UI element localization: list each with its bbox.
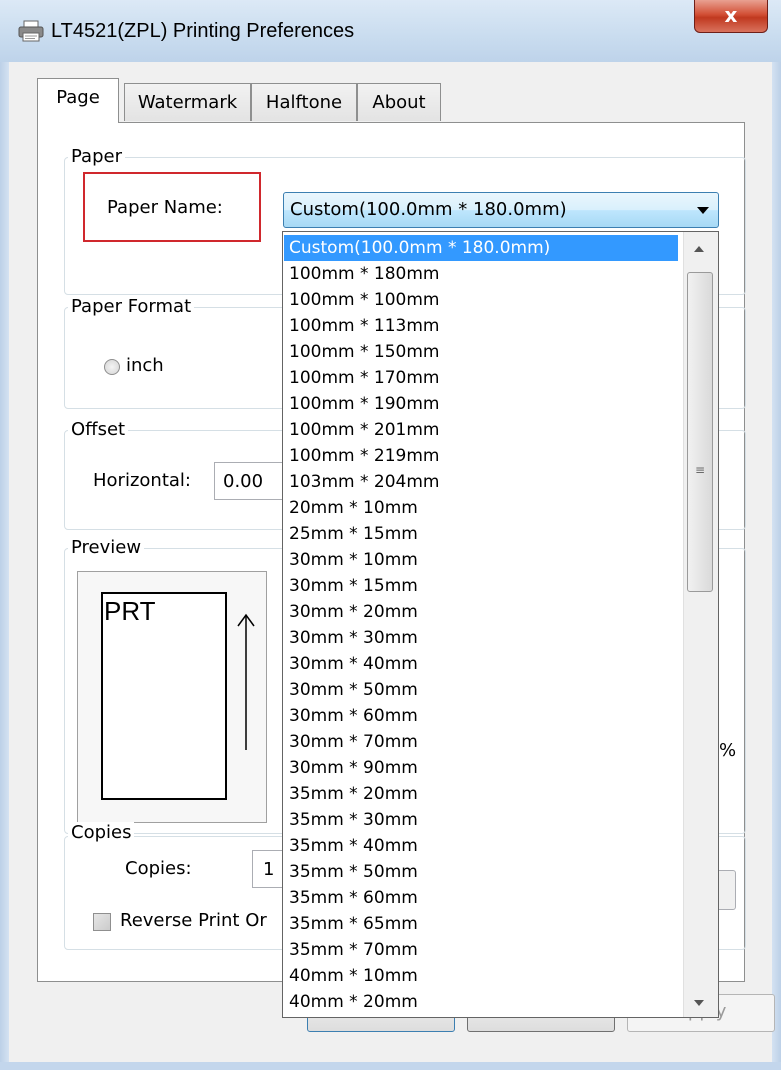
dropdown-option[interactable]: 100mm * 150mm (284, 339, 678, 365)
window-frame-right (772, 62, 781, 1070)
dropdown-option[interactable]: 35mm * 40mm (284, 833, 678, 859)
horizontal-label: Horizontal: (93, 470, 191, 491)
dropdown-options: Custom(100.0mm * 180.0mm) 100mm * 180mm 10… (284, 235, 678, 1015)
title-bar: LT4521(ZPL) Printing Preferences x (0, 0, 781, 62)
dropdown-option[interactable]: 35mm * 65mm (284, 911, 678, 937)
paper-name-value: Custom(100.0mm * 180.0mm) (290, 199, 567, 220)
dropdown-option[interactable]: 40mm * 20mm (284, 989, 678, 1015)
dropdown-option[interactable]: 100mm * 190mm (284, 391, 678, 417)
window-frame-bottom (0, 1062, 781, 1070)
scroll-up-icon[interactable] (694, 246, 704, 252)
reverse-print-label: Reverse Print Or (120, 910, 267, 931)
tab-label: About (372, 92, 426, 113)
dropdown-scrollbar[interactable]: ≡ (683, 232, 718, 1017)
preview-group-label: Preview (68, 537, 145, 558)
dropdown-option[interactable]: 103mm * 204mm (284, 469, 678, 495)
tab-label: Watermark (137, 92, 238, 113)
offset-group-label: Offset (68, 419, 129, 440)
dropdown-option[interactable]: 100mm * 180mm (284, 261, 678, 287)
dropdown-option[interactable]: 100mm * 170mm (284, 365, 678, 391)
chevron-down-icon (697, 207, 709, 214)
tab-halftone[interactable]: Halftone (251, 83, 357, 121)
dropdown-option[interactable]: 100mm * 219mm (284, 443, 678, 469)
inch-radio-label: inch (126, 355, 164, 376)
dropdown-option[interactable]: 30mm * 30mm (284, 625, 678, 651)
dropdown-option[interactable]: 30mm * 70mm (284, 729, 678, 755)
tab-about[interactable]: About (357, 83, 441, 121)
window-title: LT4521(ZPL) Printing Preferences (51, 20, 355, 42)
dropdown-option[interactable]: Custom(100.0mm * 180.0mm) (284, 235, 678, 261)
dropdown-option[interactable]: 30mm * 10mm (284, 547, 678, 573)
dropdown-option[interactable]: 35mm * 60mm (284, 885, 678, 911)
dropdown-option[interactable]: 30mm * 50mm (284, 677, 678, 703)
dropdown-option[interactable]: 30mm * 40mm (284, 651, 678, 677)
scrollbar-thumb[interactable]: ≡ (687, 272, 713, 592)
copies-label: Copies: (125, 858, 192, 879)
dropdown-option[interactable]: 30mm * 20mm (284, 599, 678, 625)
printer-icon (18, 20, 44, 42)
inch-radio[interactable] (104, 359, 120, 375)
grip-icon: ≡ (695, 463, 706, 477)
reverse-print-checkbox[interactable] (93, 913, 111, 931)
dropdown-option[interactable]: 35mm * 70mm (284, 937, 678, 963)
paper-format-group-label: Paper Format (68, 296, 195, 317)
dropdown-option[interactable]: 25mm * 15mm (284, 521, 678, 547)
scroll-down-icon[interactable] (694, 1000, 704, 1006)
dropdown-option[interactable]: 35mm * 20mm (284, 781, 678, 807)
tab-label: Page (56, 87, 100, 108)
paper-name-label: Paper Name: (107, 197, 223, 218)
dropdown-option[interactable]: 100mm * 100mm (284, 287, 678, 313)
dropdown-option[interactable]: 35mm * 50mm (284, 859, 678, 885)
tab-watermark[interactable]: Watermark (124, 83, 251, 121)
tab-label: Halftone (265, 92, 343, 113)
arrow-up-icon (237, 613, 255, 750)
horizontal-offset-value: 0.00 (223, 471, 264, 492)
dropdown-option[interactable]: 30mm * 60mm (284, 703, 678, 729)
tab-page[interactable]: Page (37, 78, 119, 123)
partial-percent-text: % (719, 740, 737, 761)
dropdown-option[interactable]: 100mm * 113mm (284, 313, 678, 339)
dropdown-option[interactable]: 20mm * 10mm (284, 495, 678, 521)
dropdown-option[interactable]: 35mm * 30mm (284, 807, 678, 833)
dropdown-option[interactable]: 30mm * 15mm (284, 573, 678, 599)
dropdown-option[interactable]: 40mm * 10mm (284, 963, 678, 989)
copies-value: 1 (263, 859, 275, 880)
window-frame-left (0, 62, 9, 1070)
close-button[interactable]: x (694, 0, 768, 33)
preview-paper-text: PRT (104, 596, 156, 626)
paper-name-dropdown-list[interactable]: Custom(100.0mm * 180.0mm) 100mm * 180mm 10… (282, 231, 719, 1018)
close-icon: x (724, 3, 738, 27)
paper-group-label: Paper (68, 146, 125, 167)
dropdown-option[interactable]: 100mm * 201mm (284, 417, 678, 443)
copies-group-label: Copies (68, 822, 135, 843)
paper-name-combobox[interactable]: Custom(100.0mm * 180.0mm) (283, 192, 719, 228)
dropdown-option[interactable]: 30mm * 90mm (284, 755, 678, 781)
